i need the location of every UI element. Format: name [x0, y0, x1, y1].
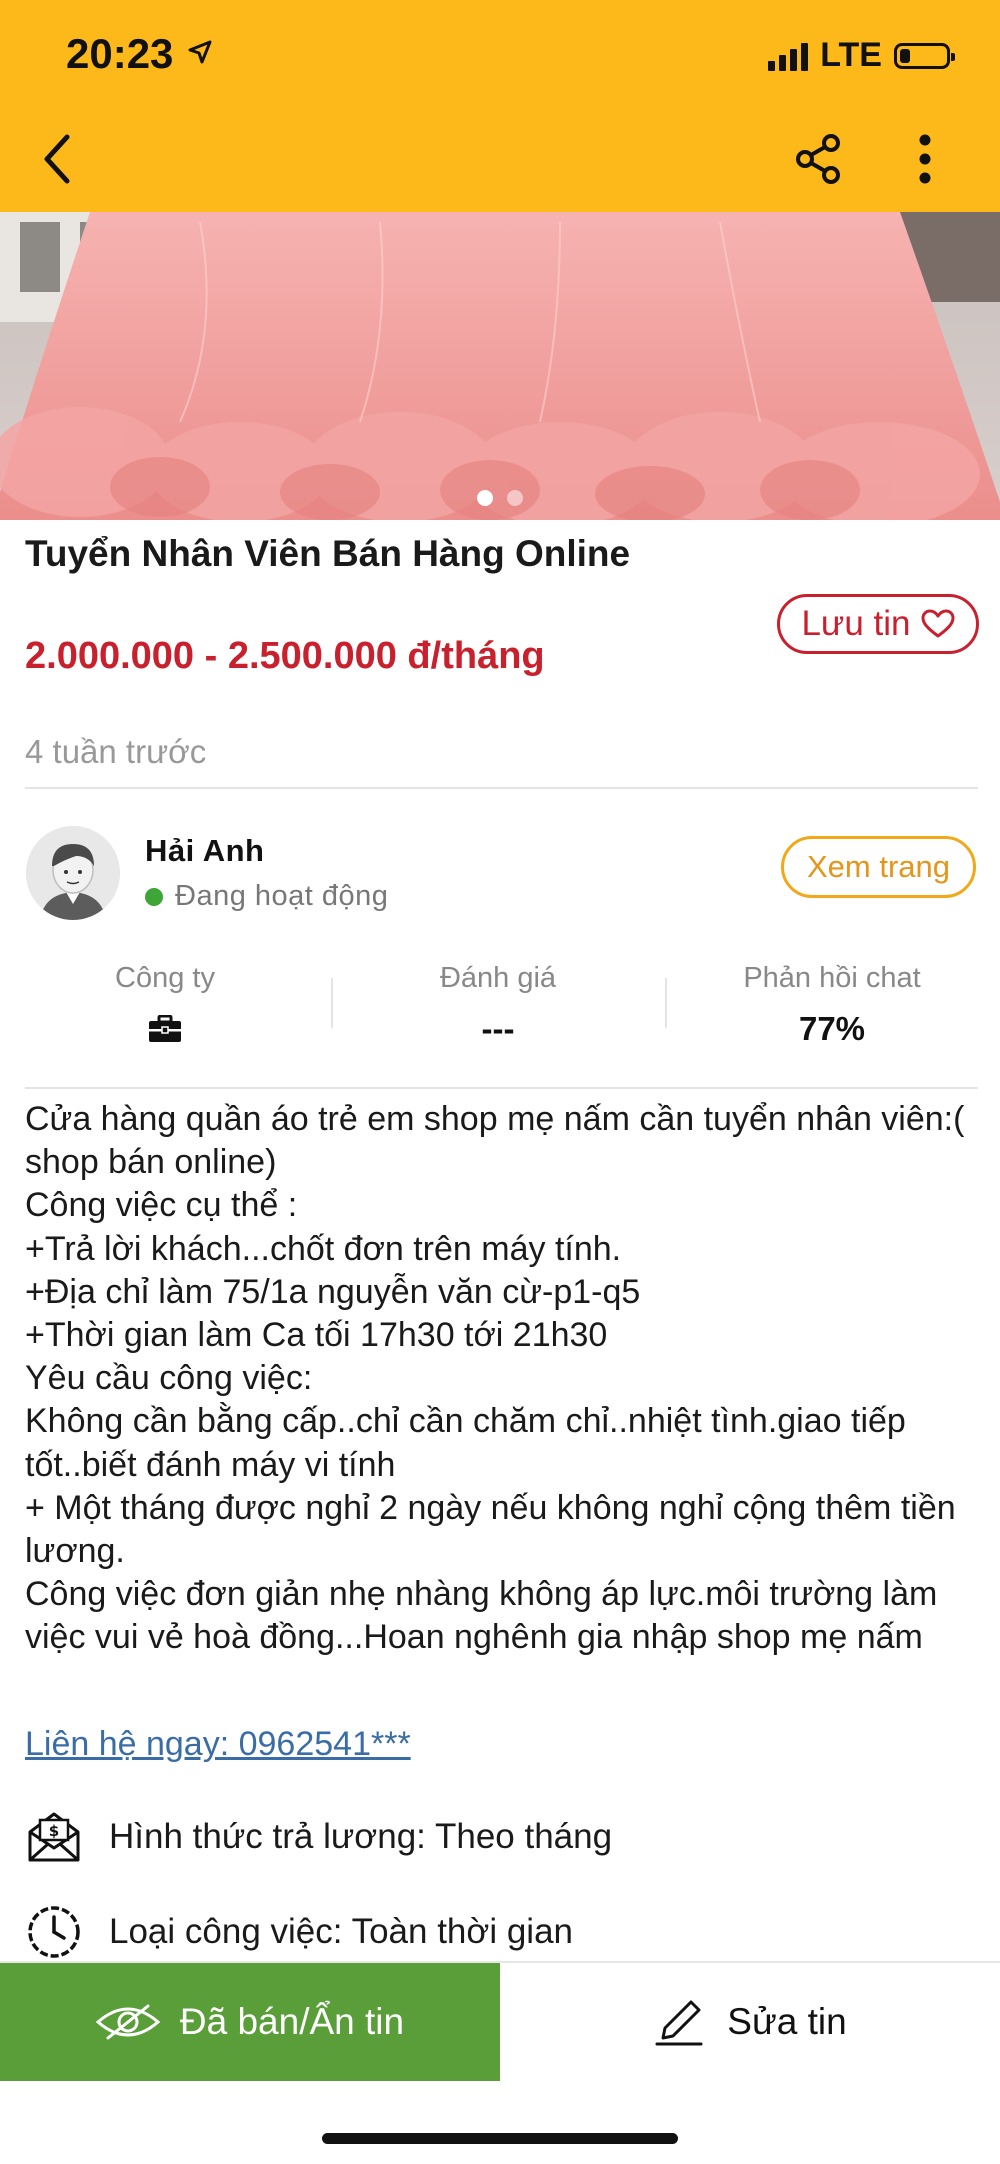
share-button[interactable]	[784, 124, 854, 194]
detail-text: Loại công việc: Toàn thời gian	[109, 1912, 574, 1951]
stat-label: Phản hồi chat	[743, 962, 921, 994]
stat-company: Công ty	[0, 962, 330, 1049]
listing-photo	[0, 212, 1000, 520]
view-seller-page-button[interactable]: Xem trang	[781, 836, 976, 898]
detail-payment-type: $ Hình thức trả lương: Theo tháng	[25, 1808, 612, 1866]
online-status-text: Đang hoạt động	[175, 880, 389, 912]
carousel-dot-active	[477, 490, 493, 506]
salary-range: 2.000.000 - 2.500.000 đ/tháng	[25, 635, 545, 677]
stat-label: Công ty	[115, 962, 215, 994]
detail-job-type: Loại công việc: Toàn thời gian	[25, 1903, 573, 1961]
hide-listing-button[interactable]: Đã bán/Ẩn tin	[0, 1963, 500, 2081]
svg-text:$: $	[49, 1822, 59, 1840]
location-arrow-icon	[188, 40, 212, 64]
posted-time: 4 tuần trước	[25, 733, 207, 770]
eye-off-icon	[95, 2004, 160, 2040]
pencil-icon	[655, 2000, 703, 2046]
salary-envelope-icon: $	[25, 1808, 83, 1866]
stat-value: ---	[481, 1010, 515, 1047]
battery-icon	[894, 42, 955, 69]
edit-listing-label: Sửa tin	[727, 2001, 847, 2042]
carousel-dot	[507, 490, 523, 506]
heart-icon	[921, 609, 955, 638]
status-indicators: LTE	[768, 36, 955, 75]
listing-description: Cửa hàng quần áo trẻ em shop mẹ nấm cần …	[25, 1100, 965, 1657]
seller-avatar[interactable]	[26, 826, 120, 920]
listing-image-carousel[interactable]	[0, 212, 1000, 520]
signal-icon	[768, 41, 809, 71]
chevron-left-icon	[44, 134, 70, 184]
online-indicator-icon	[145, 887, 163, 906]
status-time: 20:23	[66, 30, 174, 77]
seller-name[interactable]: Hải Anh	[145, 833, 264, 869]
share-icon	[796, 134, 840, 184]
more-options-button[interactable]	[890, 124, 960, 194]
home-indicator[interactable]	[322, 2133, 678, 2144]
save-listing-button[interactable]: Lưu tin	[777, 594, 979, 654]
detail-text: Hình thức trả lương: Theo tháng	[109, 1817, 613, 1856]
listing-title: Tuyển Nhân Viên Bán Hàng Online	[25, 533, 631, 574]
stat-rating: Đánh giá ---	[333, 962, 663, 1049]
clock-icon	[25, 1903, 83, 1961]
stat-value: 77%	[798, 1010, 866, 1047]
hide-listing-label: Đã bán/Ẩn tin	[179, 2001, 405, 2042]
divider	[25, 787, 978, 789]
edit-listing-button[interactable]: Sửa tin	[500, 1963, 1000, 2081]
network-label: LTE	[820, 36, 882, 74]
top-app-bar: 20:23 LTE	[0, 0, 1000, 212]
seller-online-status: Đang hoạt động	[145, 880, 388, 913]
back-button[interactable]	[22, 124, 92, 194]
stat-chat-response: Phản hồi chat 77%	[667, 962, 997, 1049]
divider	[25, 1087, 978, 1089]
carousel-indicator	[0, 490, 1000, 506]
contact-phone-link[interactable]: Liên hệ ngay: 0962541***	[25, 1725, 411, 1764]
briefcase-icon	[149, 1015, 181, 1042]
stat-value	[0, 1009, 330, 1049]
save-listing-label: Lưu tin	[801, 604, 911, 643]
stat-label: Đánh giá	[439, 962, 557, 994]
more-vertical-icon	[919, 134, 931, 184]
default-avatar-icon	[26, 826, 120, 920]
